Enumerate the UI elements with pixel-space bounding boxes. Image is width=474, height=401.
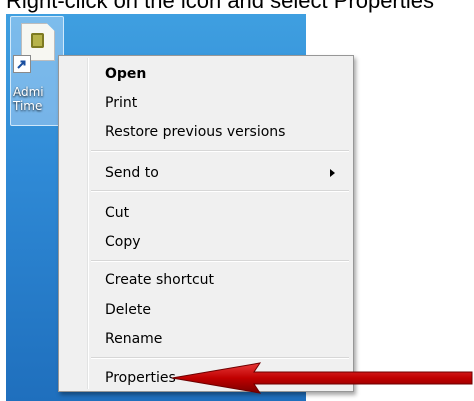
menu-item-print[interactable]: Print [97, 91, 345, 115]
shortcut-arrow-icon [13, 55, 31, 73]
menu-item-delete[interactable]: Delete [97, 298, 345, 322]
menu-item-send-to-label: Send to [105, 165, 159, 181]
menu-item-copy[interactable]: Copy [97, 230, 345, 254]
menu-item-cut[interactable]: Cut [97, 201, 345, 225]
desktop-file-icon[interactable]: Admi Time [10, 16, 64, 126]
menu-separator [91, 150, 349, 151]
menu-separator [91, 357, 349, 358]
menu-item-send-to[interactable]: Send to [97, 161, 345, 185]
menu-item-create-shortcut[interactable]: Create shortcut [97, 268, 345, 292]
desktop-icon-label: Admi Time [13, 85, 61, 113]
menu-separator [91, 190, 349, 191]
context-menu: Open Print Restore previous versions Sen… [58, 55, 354, 392]
submenu-arrow-icon [330, 169, 335, 177]
menu-item-open[interactable]: Open [97, 62, 345, 86]
icon-label-line-1: Admi [13, 85, 44, 99]
menu-separator [91, 260, 349, 261]
app-glyph-icon [31, 33, 44, 48]
annotation-arrow-icon [168, 361, 474, 395]
menu-item-restore-previous-versions[interactable]: Restore previous versions [97, 120, 345, 144]
instruction-caption: Right-click on the icon and select Prope… [6, 0, 434, 13]
menu-item-rename[interactable]: Rename [97, 327, 345, 351]
icon-label-line-2: Time [13, 99, 43, 113]
